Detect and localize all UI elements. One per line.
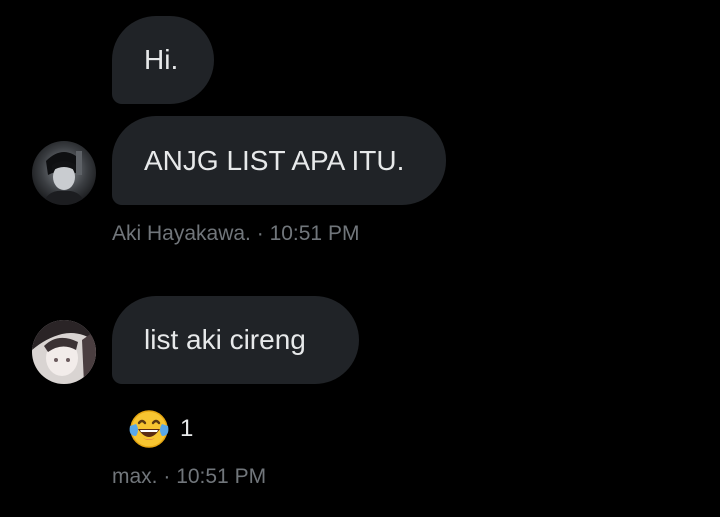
avatar-aki-hayakawa[interactable]: [32, 141, 96, 205]
avatar-max[interactable]: [32, 320, 96, 384]
message-reaction[interactable]: 1: [128, 408, 193, 450]
meta-separator: ·: [157, 465, 177, 488]
message-text: list aki cireng: [144, 324, 306, 355]
timestamp: 10:51 PM: [176, 465, 267, 488]
reaction-count: 1: [180, 415, 194, 442]
dm-conversation: Hi. ANJG LIST APA ITU. Aki Hayakawa. · 1…: [0, 0, 720, 517]
message-bubble[interactable]: ANJG LIST APA ITU.: [112, 116, 446, 205]
face-with-tears-of-joy-icon: [129, 410, 169, 448]
sender-name[interactable]: Aki Hayakawa.: [112, 222, 251, 245]
meta-separator: ·: [250, 222, 270, 245]
message-text: Hi.: [144, 44, 179, 75]
sender-name[interactable]: max.: [112, 465, 158, 488]
message-meta: max. · 10:51 PM: [112, 465, 266, 489]
timestamp: 10:51 PM: [269, 222, 360, 245]
message-bubble[interactable]: list aki cireng: [112, 296, 359, 384]
message-bubble[interactable]: Hi.: [112, 16, 214, 104]
avatar-image: [32, 141, 96, 205]
message-text: ANJG LIST APA ITU.: [144, 144, 405, 176]
avatar-image: [32, 320, 96, 384]
message-meta: Aki Hayakawa. · 10:51 PM: [112, 222, 359, 246]
